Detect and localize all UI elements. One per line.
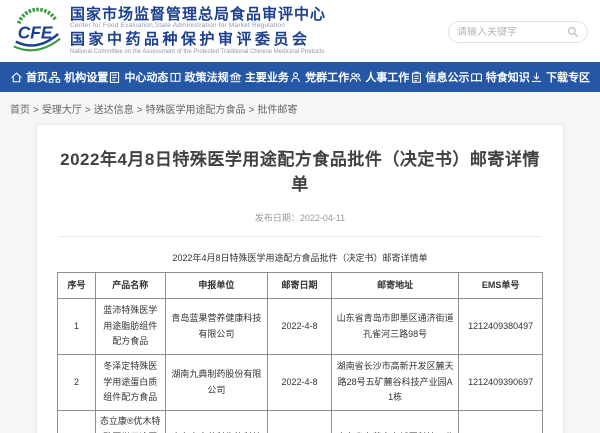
nav-item-主要业务[interactable]: 主要业务	[229, 69, 289, 85]
org-name-en-1: Center for Food Evaluation,State Adminis…	[70, 23, 326, 30]
news-icon	[108, 71, 121, 84]
nav-item-label: 机构设置	[64, 69, 108, 85]
cfe-logo: CFE	[12, 7, 62, 55]
home-icon	[10, 71, 23, 84]
business-icon	[229, 71, 242, 84]
org-name-en-2: National Committee on the Assessment of …	[70, 49, 326, 55]
column-header: 序号	[58, 273, 96, 299]
knowledge-icon	[470, 71, 483, 84]
main-nav: 首页机构设置中心动态 政策法规主要业务党群工作人事工作 信息公示特食知识下载专区	[0, 62, 600, 92]
nav-item-label: 特食知识	[486, 69, 530, 85]
site-header: CFE 国家市场监督管理总局食品审评中心 Center for Food Eva…	[0, 0, 600, 62]
table-cell: 蓝沛特殊医学用途脂肪组件配方食品	[95, 299, 165, 355]
table-cell: 湖南省长沙市高新开发区麓天路28号五矿麓谷科技产业园A1栋	[331, 355, 458, 411]
publish-date: 发布日期：2022-04-11	[57, 211, 543, 224]
table-cell: 冬泽定特殊医学用途蛋白质组件配方食品	[95, 355, 165, 411]
info-icon	[410, 71, 423, 84]
nav-item-机构设置[interactable]: 机构设置	[48, 69, 108, 85]
nav-item-label: 中心动态	[124, 69, 168, 85]
breadcrumb-separator: >	[137, 105, 143, 116]
org-name-zh-1: 国家市场监督管理总局食品审评中心	[70, 7, 326, 23]
nav-item-label: 首页	[26, 69, 48, 85]
table-cell: 2022-4-8	[268, 355, 332, 411]
column-header: EMS单号	[459, 273, 543, 299]
table-cell: 态立康®优木特殊医学用途蛋白质组件配方食品	[95, 411, 165, 433]
table-cell: 广东省东莞市东城区科技工业园同庆路6号	[331, 411, 458, 433]
table-cell: 2022-4-8	[268, 299, 332, 355]
table-cell: 1	[58, 299, 96, 355]
download-icon	[530, 71, 543, 84]
table-caption: 2022年4月8日特殊医学用途配方食品批件（决定书）邮寄详情单	[57, 251, 543, 264]
nav-item-人事工作[interactable]: 人事工作	[349, 69, 409, 85]
breadcrumb-item[interactable]: 送达信息	[94, 105, 134, 116]
search-box	[448, 21, 588, 43]
breadcrumb-item[interactable]: 特殊医学用途配方食品	[146, 105, 246, 116]
nav-item-信息公示[interactable]: 信息公示	[410, 69, 470, 85]
mail-detail-table: 序号产品名称申报单位邮寄日期邮寄地址EMS单号 1蓝沛特殊医学用途脂肪组件配方食…	[57, 272, 543, 433]
nav-item-特食知识[interactable]: 特食知识	[470, 69, 530, 85]
org-title-block: 国家市场监督管理总局食品审评中心 Center for Food Evaluat…	[70, 7, 326, 56]
law-icon	[169, 71, 182, 84]
nav-item-下载专区[interactable]: 下载专区	[530, 69, 590, 85]
nav-item-label: 下载专区	[546, 69, 590, 85]
table-cell: 广东中食营科生物科技有限公司	[165, 411, 268, 433]
table-cell: 湖南九典制药股份有限公司	[165, 355, 268, 411]
breadcrumb-separator: >	[249, 105, 255, 116]
table-cell: 1212409380497	[459, 299, 543, 355]
breadcrumb-item[interactable]: 受理大厅	[42, 105, 82, 116]
org-icon	[48, 71, 61, 84]
nav-item-首页[interactable]: 首页	[10, 69, 48, 85]
people-icon	[349, 71, 362, 84]
nav-item-中心动态[interactable]: 中心动态	[108, 69, 168, 85]
breadcrumb-item[interactable]: 批件邮寄	[257, 105, 297, 116]
breadcrumb-item[interactable]: 首页	[10, 105, 30, 116]
breadcrumb: 首页>受理大厅>送达信息>特殊医学用途配方食品>批件邮寄	[0, 92, 600, 124]
table-cell: 2022-4-8	[268, 411, 332, 433]
column-header: 申报单位	[165, 273, 268, 299]
column-header: 邮寄地址	[331, 273, 458, 299]
table-cell: 青岛蓝果营养健康科技有限公司	[165, 299, 268, 355]
org-name-zh-2: 国家中药品种保护审评委员会	[70, 32, 326, 48]
table-cell: 1212409405397	[459, 411, 543, 433]
title-divider	[59, 236, 541, 237]
content-card: 2022年4月8日特殊医学用途配方食品批件（决定书）邮寄详情单 发布日期：202…	[36, 124, 564, 433]
table-cell: 1212409390697	[459, 355, 543, 411]
nav-item-label: 信息公示	[426, 69, 470, 85]
table-header-row: 序号产品名称申报单位邮寄日期邮寄地址EMS单号	[58, 273, 543, 299]
nav-item-label: 主要业务	[245, 69, 289, 85]
breadcrumb-separator: >	[33, 105, 39, 116]
breadcrumb-separator: >	[85, 105, 91, 116]
table-cell: 2	[58, 355, 96, 411]
search-input[interactable]	[457, 27, 567, 38]
svg-text:CFE: CFE	[18, 23, 53, 43]
nav-item-政策法规[interactable]: 政策法规	[169, 69, 229, 85]
table-cell: 山东省青岛市即墨区通济街道孔雀河三路98号	[331, 299, 458, 355]
table-row: 2冬泽定特殊医学用途蛋白质组件配方食品湖南九典制药股份有限公司2022-4-8湖…	[58, 355, 543, 411]
table-row: 1蓝沛特殊医学用途脂肪组件配方食品青岛蓝果营养健康科技有限公司2022-4-8山…	[58, 299, 543, 355]
table-cell: 3	[58, 411, 96, 433]
column-header: 产品名称	[95, 273, 165, 299]
table-row: 3态立康®优木特殊医学用途蛋白质组件配方食品广东中食营科生物科技有限公司2022…	[58, 411, 543, 433]
nav-item-label: 党群工作	[305, 69, 349, 85]
search-icon[interactable]	[567, 26, 579, 38]
page-title: 2022年4月8日特殊医学用途配方食品批件（决定书）邮寄详情单	[57, 145, 543, 195]
column-header: 邮寄日期	[268, 273, 332, 299]
nav-item-label: 人事工作	[365, 69, 409, 85]
nav-item-label: 政策法规	[185, 69, 229, 85]
party-icon	[289, 71, 302, 84]
nav-item-党群工作[interactable]: 党群工作	[289, 69, 349, 85]
